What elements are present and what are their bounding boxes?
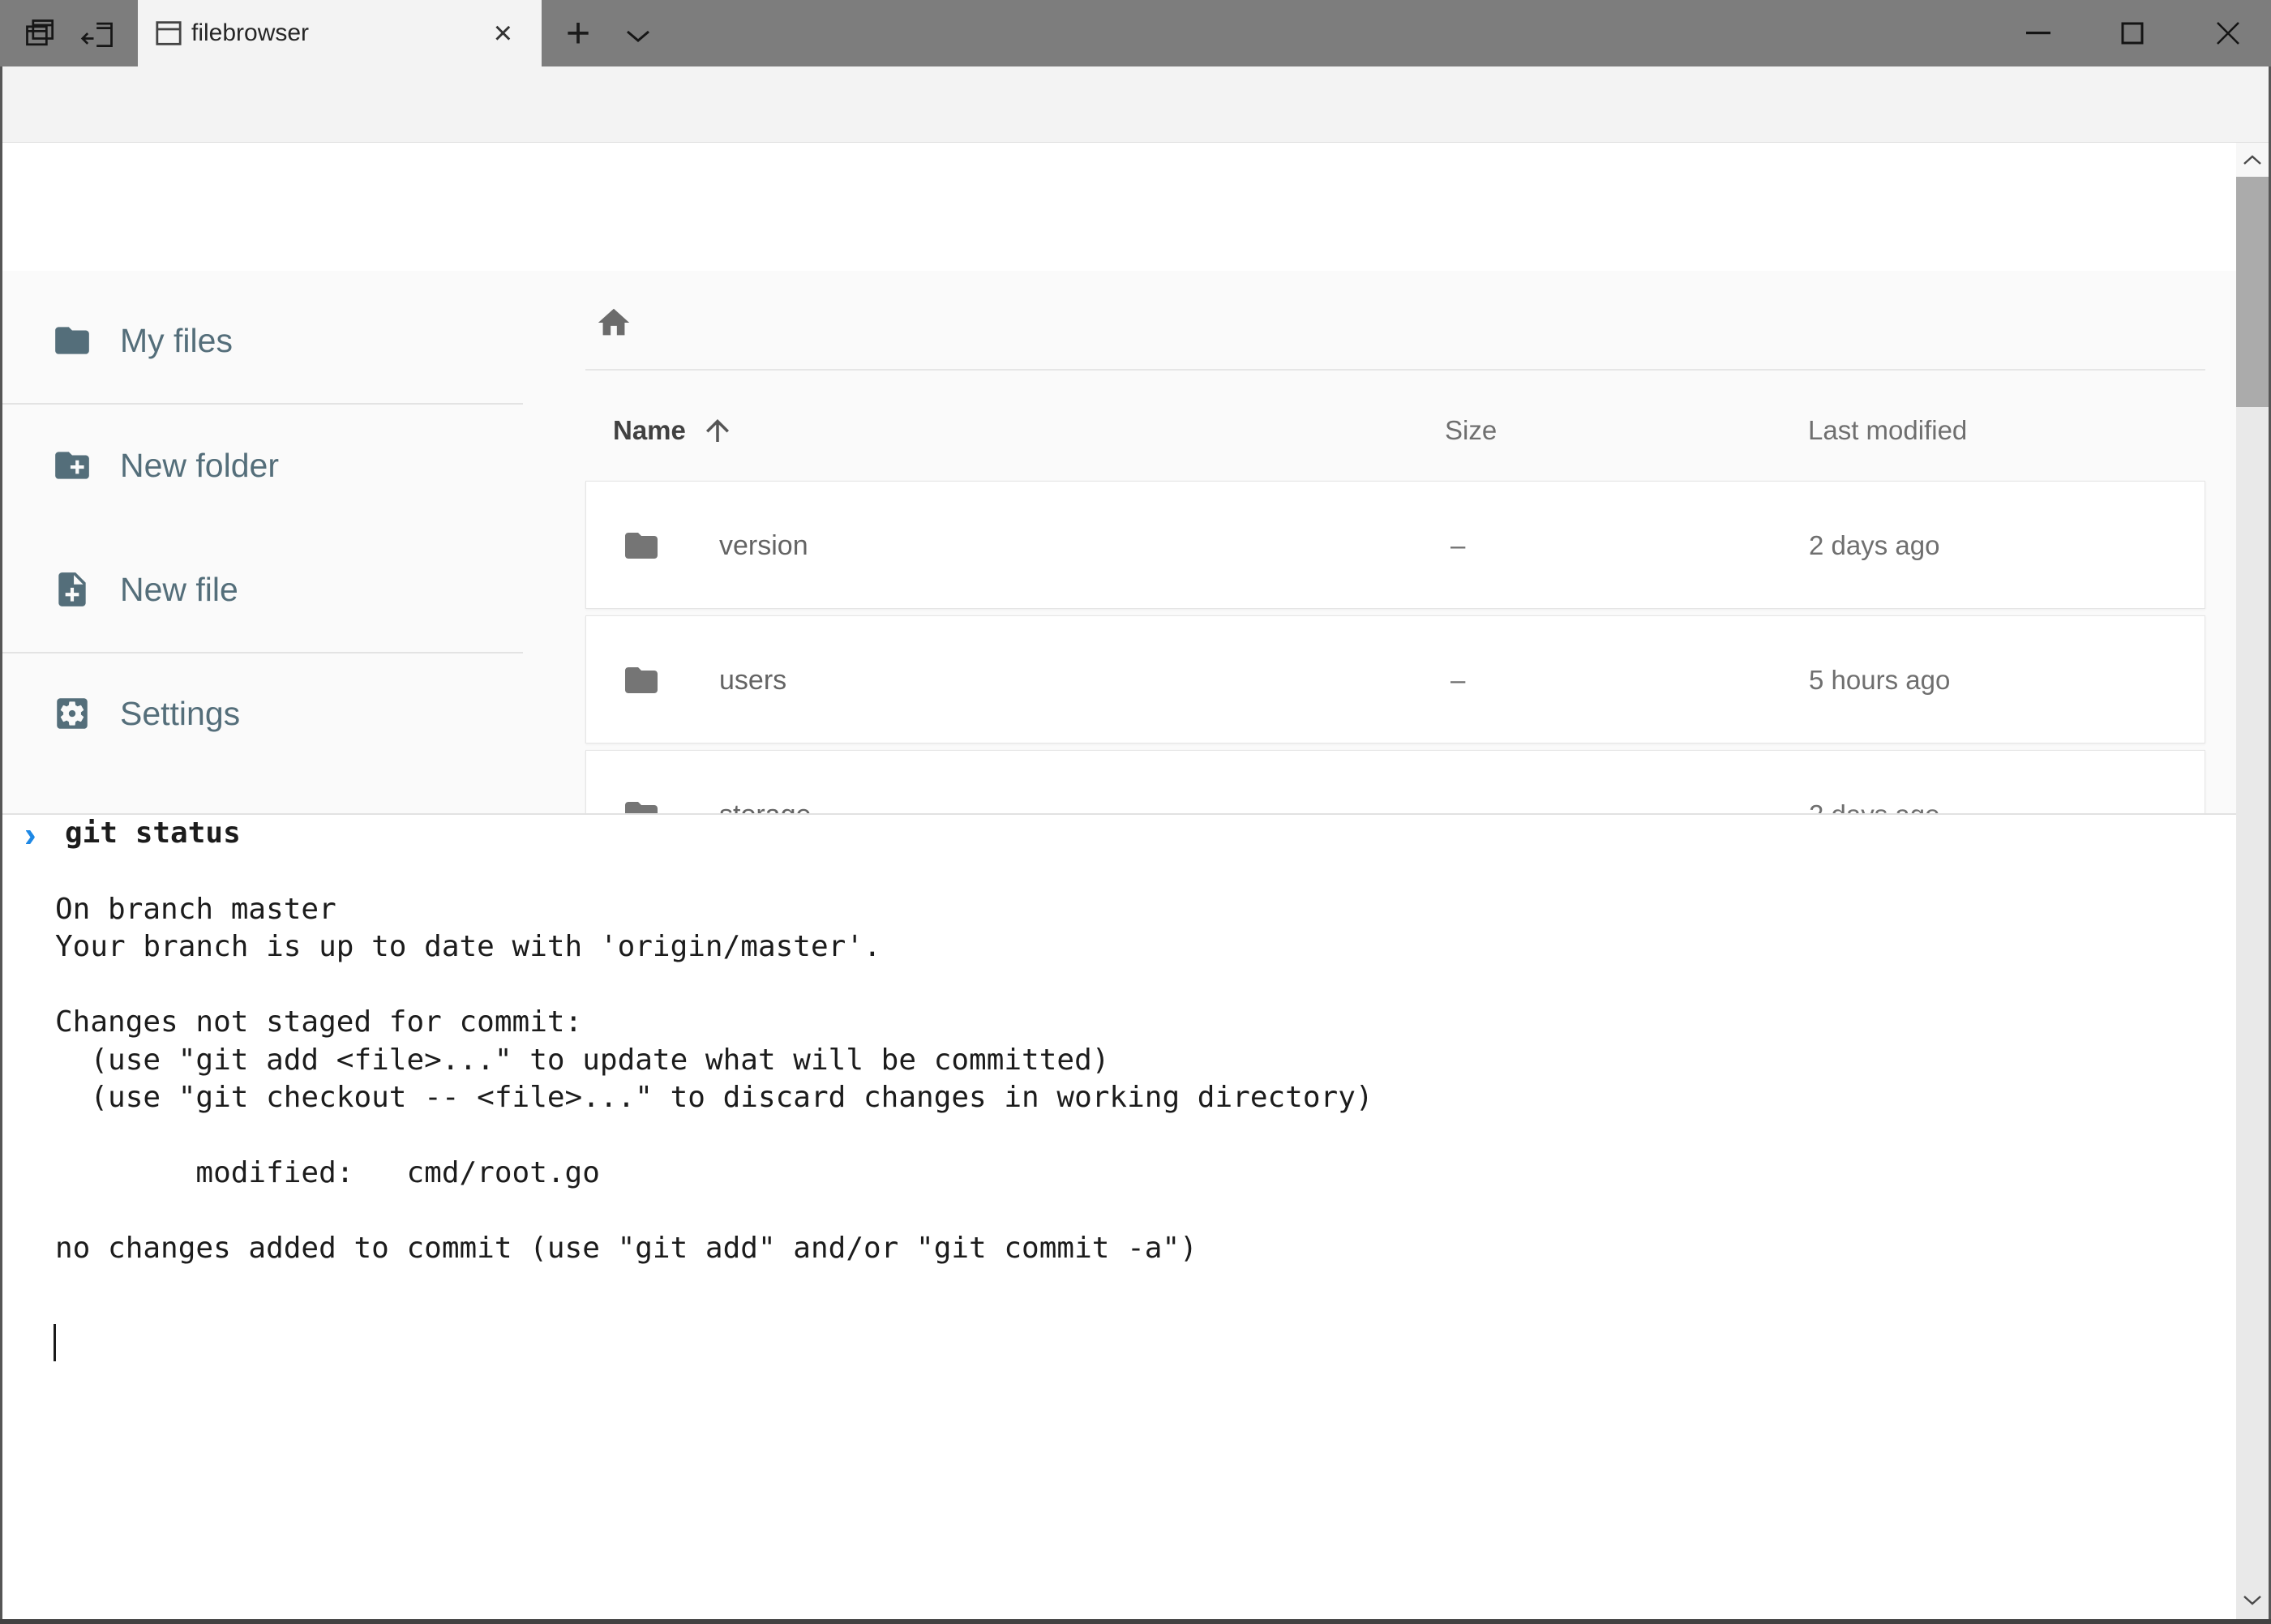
terminal-output: On branch master Your branch is up to da… xyxy=(55,853,1373,1268)
app-header xyxy=(0,143,2236,271)
window-border-left xyxy=(0,66,2,1624)
sort-ascending-icon xyxy=(701,413,735,448)
sidebar-item-label: Settings xyxy=(120,695,240,733)
page-favicon-icon xyxy=(152,17,185,49)
file-row-version[interactable]: version – 2 days ago xyxy=(585,481,2205,609)
scrollbar-thumb[interactable] xyxy=(2236,177,2269,407)
sidebar-item-my-files[interactable]: My files xyxy=(52,320,233,361)
sidebar-item-label: My files xyxy=(120,322,233,360)
window-close-button[interactable] xyxy=(2202,0,2254,66)
folder-icon xyxy=(622,526,661,565)
tab-preview-icon[interactable] xyxy=(23,16,58,52)
set-tabs-aside-icon[interactable] xyxy=(79,16,117,52)
tab-list-chevron-icon[interactable] xyxy=(623,26,653,45)
terminal-cursor xyxy=(54,1324,56,1361)
scrollbar-down-arrow[interactable] xyxy=(2236,1586,2269,1615)
minimize-button[interactable] xyxy=(2012,0,2064,66)
terminal-prompt-chevron: › xyxy=(24,816,36,854)
window-border-bottom xyxy=(0,1619,2271,1624)
tab-close-button[interactable]: × xyxy=(494,17,512,49)
row-modified: 2 days ago xyxy=(1809,530,1939,561)
navigation-toolbar: filebrowser.web/files/ xyxy=(0,66,2271,143)
file-row-users[interactable]: users – 5 hours ago xyxy=(585,615,2205,743)
browser-tab[interactable]: filebrowser × xyxy=(138,0,542,66)
terminal-command: git status xyxy=(65,815,241,853)
tab-title: filebrowser xyxy=(191,19,309,47)
titlebar: filebrowser × + xyxy=(0,0,2271,66)
row-name: version xyxy=(719,530,808,562)
breadcrumb-home-icon[interactable] xyxy=(595,304,632,341)
maximize-button[interactable] xyxy=(2106,0,2158,66)
row-size: – xyxy=(1450,530,1465,561)
row-size: – xyxy=(1450,665,1465,696)
sidebar-item-new-folder[interactable]: New folder xyxy=(52,445,279,486)
sidebar-divider xyxy=(0,403,523,405)
sidebar-item-settings[interactable]: Settings xyxy=(52,693,240,734)
create-new-folder-icon xyxy=(52,445,92,486)
column-header-size[interactable]: Size xyxy=(1445,415,1497,446)
breadcrumb-divider xyxy=(585,369,2205,371)
terminal-panel[interactable]: › git status On branch master Your branc… xyxy=(0,813,2271,1620)
note-add-icon xyxy=(52,569,92,610)
column-header-name[interactable]: Name xyxy=(613,413,735,448)
new-tab-button[interactable]: + xyxy=(550,0,606,66)
row-name: users xyxy=(719,665,786,696)
sidebar-item-label: New folder xyxy=(120,447,279,485)
scrollbar-up-arrow[interactable] xyxy=(2236,143,2269,177)
sidebar-item-label: New file xyxy=(120,571,238,609)
row-modified: 5 hours ago xyxy=(1809,665,1950,696)
folder-icon xyxy=(622,661,661,700)
folder-icon xyxy=(52,320,92,361)
column-header-modified[interactable]: Last modified xyxy=(1808,415,1967,446)
sidebar-item-new-file[interactable]: New file xyxy=(52,569,238,610)
page-scrollbar[interactable] xyxy=(2236,143,2269,1620)
sidebar-divider xyxy=(0,652,523,653)
settings-gear-icon xyxy=(52,693,92,734)
